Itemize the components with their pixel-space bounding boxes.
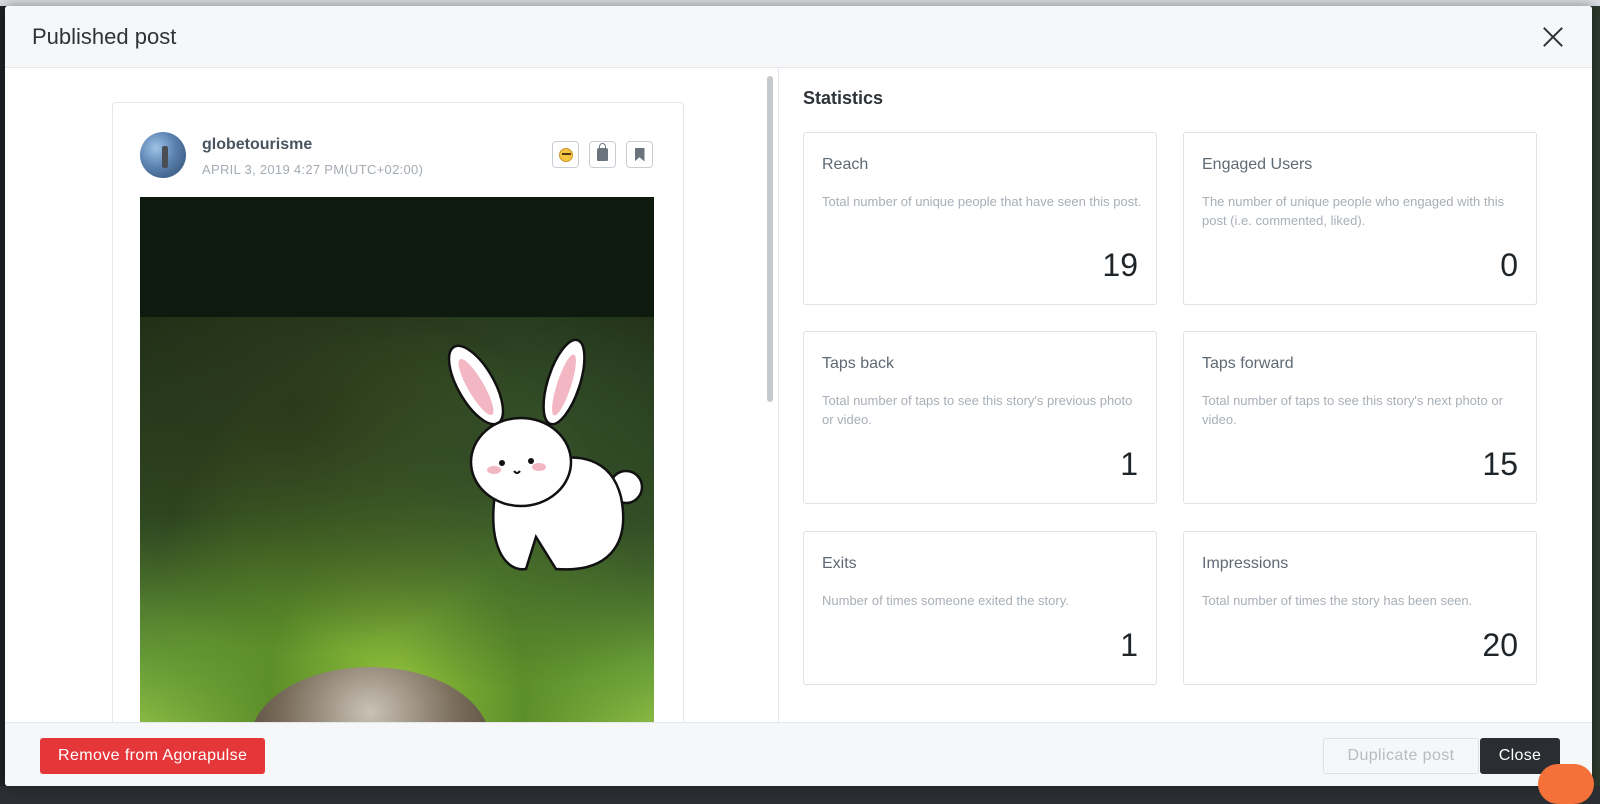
stat-name: Reach — [822, 156, 868, 174]
stat-card-engaged-users: Engaged Users The number of unique peopl… — [1183, 132, 1537, 305]
published-post-modal: Published post globetourisme APRIL 3, 20… — [5, 6, 1592, 786]
duplicate-post-button[interactable]: Duplicate post — [1323, 738, 1479, 774]
stat-value: 1 — [1120, 446, 1138, 483]
bunny-sticker-icon — [436, 337, 646, 577]
stat-name: Taps forward — [1202, 355, 1294, 373]
post-icon-group — [552, 141, 653, 168]
stat-description: Total number of times the story has been… — [1202, 591, 1522, 610]
close-icon[interactable] — [1542, 26, 1564, 48]
stat-name: Taps back — [822, 355, 894, 373]
stat-value: 15 — [1482, 446, 1518, 483]
remove-from-agorapulse-button[interactable]: Remove from Agorapulse — [40, 738, 265, 774]
stat-value: 1 — [1120, 627, 1138, 664]
stat-card-reach: Reach Total number of unique people that… — [803, 132, 1157, 305]
stat-name: Exits — [822, 555, 857, 573]
post-username: globetourisme — [202, 136, 312, 154]
background-right-edge — [1592, 6, 1600, 786]
stat-value: 19 — [1102, 247, 1138, 284]
stat-card-impressions: Impressions Total number of times the st… — [1183, 531, 1537, 685]
stat-card-taps-forward: Taps forward Total number of taps to see… — [1183, 331, 1537, 504]
post-date: APRIL 3, 2019 4:27 PM(UTC+02:00) — [202, 162, 423, 177]
preview-scrollbar[interactable] — [767, 76, 773, 402]
statistics-pane: Statistics Reach Total number of unique … — [779, 68, 1592, 722]
stat-description: Total number of taps to see this story's… — [1202, 391, 1522, 429]
stat-value: 20 — [1482, 627, 1518, 664]
stat-description: The number of unique people who engaged … — [1202, 192, 1522, 230]
modal-body: globetourisme APRIL 3, 2019 4:27 PM(UTC+… — [5, 68, 1592, 722]
stat-card-taps-back: Taps back Total number of taps to see th… — [803, 331, 1157, 504]
bookmark-icon[interactable] — [626, 141, 653, 168]
post-card: globetourisme APRIL 3, 2019 4:27 PM(UTC+… — [112, 102, 684, 722]
emoji-icon[interactable] — [552, 141, 579, 168]
post-media-image — [140, 197, 654, 722]
stat-name: Engaged Users — [1202, 156, 1312, 174]
stat-value: 0 — [1500, 247, 1518, 284]
modal-footer: Remove from Agorapulse Duplicate post Cl… — [5, 722, 1592, 786]
stat-description: Total number of taps to see this story's… — [822, 391, 1142, 429]
chat-bubble-icon[interactable] — [1538, 764, 1594, 804]
modal-title: Published post — [32, 24, 176, 50]
stat-description: Total number of unique people that have … — [822, 192, 1142, 211]
stat-card-exits: Exits Number of times someone exited the… — [803, 531, 1157, 685]
modal-header: Published post — [5, 6, 1592, 68]
statistics-title: Statistics — [803, 88, 883, 109]
stat-name: Impressions — [1202, 555, 1288, 573]
lock-icon[interactable] — [589, 141, 616, 168]
avatar — [140, 132, 186, 178]
post-preview-pane[interactable]: globetourisme APRIL 3, 2019 4:27 PM(UTC+… — [5, 68, 779, 722]
stat-description: Number of times someone exited the story… — [822, 591, 1142, 610]
